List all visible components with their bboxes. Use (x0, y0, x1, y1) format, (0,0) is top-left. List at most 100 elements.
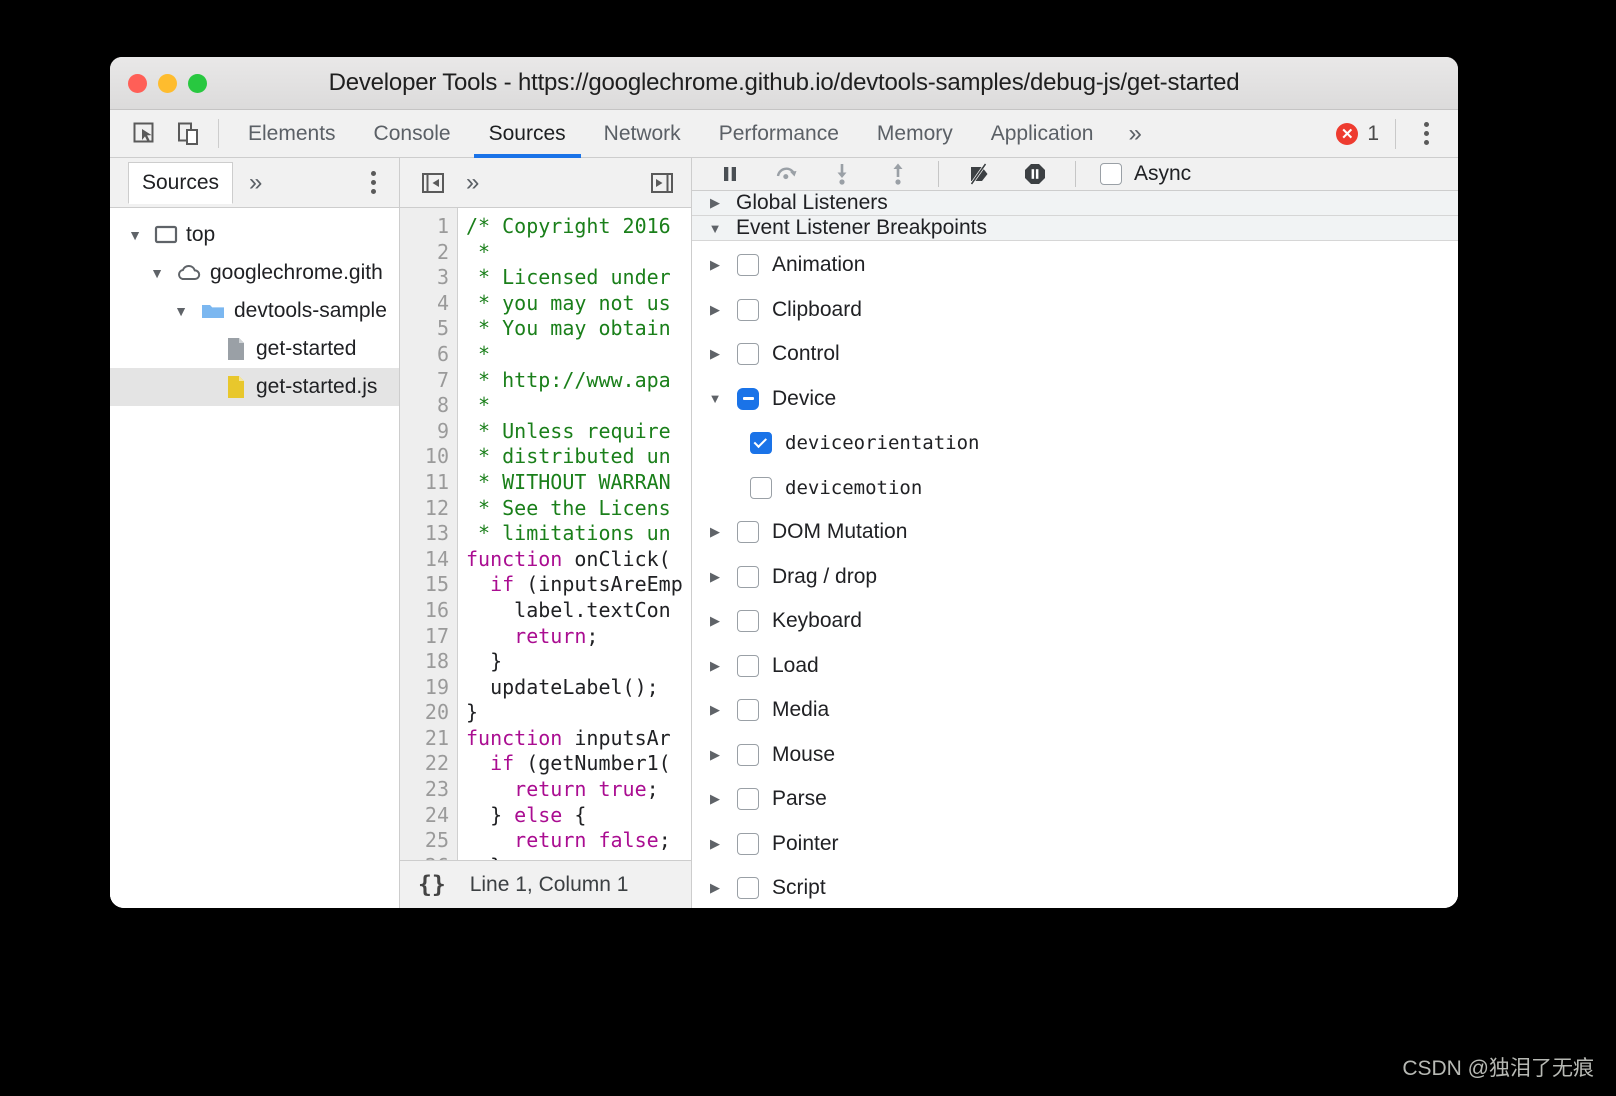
breakpoint-checkbox[interactable] (737, 521, 759, 544)
chevron-right-icon[interactable]: ▶ (706, 523, 724, 541)
chevron-right-icon[interactable]: ▶ (706, 657, 724, 675)
line-number[interactable]: 3 (400, 265, 457, 291)
line-number[interactable]: 9 (400, 419, 457, 445)
chevron-right-icon[interactable]: ▶ (706, 746, 724, 764)
line-number[interactable]: 11 (400, 470, 457, 496)
breakpoint-checkbox[interactable] (737, 254, 759, 277)
breakpoint-row[interactable]: ▶ Control (692, 332, 1458, 377)
line-number[interactable]: 15 (400, 572, 457, 598)
breakpoint-checkbox[interactable] (750, 476, 772, 499)
tree-item-devtools-samples[interactable]: ▼ devtools-sample (110, 292, 399, 330)
chevron-down-icon[interactable]: ▼ (146, 262, 168, 284)
line-number[interactable]: 12 (400, 496, 457, 522)
navigator-menu-kebab-icon[interactable] (355, 165, 391, 201)
line-number[interactable]: 19 (400, 675, 457, 701)
chevron-down-icon[interactable]: ▼ (706, 219, 724, 237)
chevron-right-icon[interactable]: ▶ (706, 301, 724, 319)
line-number[interactable]: 18 (400, 649, 457, 675)
breakpoint-checkbox[interactable] (737, 832, 759, 855)
more-tabs-chevron-icon[interactable]: » (466, 169, 479, 197)
breakpoint-row[interactable]: ▶ Clipboard (692, 288, 1458, 333)
chevron-right-icon[interactable]: ▶ (706, 256, 724, 274)
line-number[interactable]: 21 (400, 726, 457, 752)
navigator-more-chevron-icon[interactable]: » (249, 169, 262, 197)
line-number[interactable]: 5 (400, 316, 457, 342)
breakpoint-checkbox[interactable] (737, 877, 759, 900)
breakpoint-checkbox[interactable] (737, 610, 759, 633)
breakpoint-row[interactable]: ▶ Animation (692, 243, 1458, 288)
section-global-listeners[interactable]: ▶ Global Listeners (692, 191, 1458, 216)
breakpoint-checkbox[interactable] (737, 343, 759, 366)
breakpoint-row[interactable]: ▶ Drag / drop (692, 555, 1458, 600)
tree-item-googlechrome-github-io[interactable]: ▼ googlechrome.gith (110, 254, 399, 292)
breakpoint-row[interactable]: deviceorientation (692, 421, 1458, 466)
tab-console[interactable]: Console (355, 110, 470, 157)
chevron-down-icon[interactable]: ▼ (170, 300, 192, 322)
device-toolbar-icon[interactable] (174, 119, 204, 149)
navigator-tab-sources[interactable]: Sources (128, 162, 234, 204)
breakpoint-row[interactable]: ▶ Parse (692, 777, 1458, 822)
breakpoint-checkbox[interactable] (737, 654, 759, 677)
show-navigator-icon[interactable] (418, 168, 448, 198)
pause-resume-icon[interactable] (714, 158, 746, 190)
line-number[interactable]: 20 (400, 700, 457, 726)
tab-application[interactable]: Application (972, 110, 1113, 157)
editor-scroll-area[interactable]: 1 2 3 4 5 6 7 8 9 10 11 12 13 14 15 16 17 18 19 20 21 22 23 24 2… (400, 208, 691, 860)
line-number[interactable]: 17 (400, 624, 457, 650)
line-number[interactable]: 25 (400, 828, 457, 854)
breakpoint-row[interactable]: ▶ Load (692, 644, 1458, 689)
pause-on-exceptions-icon[interactable] (1019, 158, 1051, 190)
chevron-right-icon[interactable]: ▶ (706, 345, 724, 363)
line-number[interactable]: 24 (400, 803, 457, 829)
chevron-down-icon[interactable]: ▼ (706, 390, 724, 408)
breakpoint-row[interactable]: ▶ Pointer (692, 822, 1458, 867)
chevron-right-icon[interactable]: ▶ (706, 790, 724, 808)
error-badge[interactable]: ✕ 1 (1336, 118, 1396, 149)
tree-item-get-started[interactable]: ▼ get-started (110, 330, 399, 368)
breakpoint-checkbox[interactable] (737, 298, 759, 321)
chevron-right-icon[interactable]: ▶ (706, 701, 724, 719)
breakpoint-row[interactable]: ▶ Media (692, 688, 1458, 733)
breakpoint-row[interactable]: ▶ DOM Mutation (692, 510, 1458, 555)
step-out-icon[interactable] (882, 158, 914, 190)
tab-elements[interactable]: Elements (229, 110, 355, 157)
main-menu-kebab-icon[interactable] (1408, 116, 1444, 152)
breakpoint-row[interactable]: devicemotion (692, 466, 1458, 511)
breakpoint-checkbox[interactable] (737, 699, 759, 722)
tree-item-get-started-js[interactable]: ▼ get-started.js (110, 368, 399, 406)
tab-performance[interactable]: Performance (700, 110, 858, 157)
breakpoint-row[interactable]: ▶ Mouse (692, 733, 1458, 778)
line-number[interactable]: 22 (400, 751, 457, 777)
line-number[interactable]: 8 (400, 393, 457, 419)
breakpoint-row[interactable]: ▶ Script (692, 866, 1458, 908)
async-checkbox-group[interactable]: Async (1100, 162, 1191, 186)
chevron-down-icon[interactable]: ▼ (124, 224, 146, 246)
line-number[interactable]: 13 (400, 521, 457, 547)
line-number[interactable]: 23 (400, 777, 457, 803)
line-number[interactable]: 26 (400, 854, 457, 860)
line-number[interactable]: 2 (400, 240, 457, 266)
inspect-element-icon[interactable] (130, 119, 160, 149)
breakpoint-checkbox[interactable] (737, 565, 759, 588)
line-number[interactable]: 7 (400, 368, 457, 394)
line-number[interactable]: 14 (400, 547, 457, 573)
line-number[interactable]: 10 (400, 444, 457, 470)
chevron-right-icon[interactable]: ▶ (706, 879, 724, 897)
line-number[interactable]: 4 (400, 291, 457, 317)
line-number[interactable]: 16 (400, 598, 457, 624)
chevron-right-icon[interactable]: ▶ (706, 612, 724, 630)
show-debugger-icon[interactable] (647, 168, 677, 198)
line-number[interactable]: 6 (400, 342, 457, 368)
breakpoint-checkbox[interactable] (737, 743, 759, 766)
chevron-right-icon[interactable]: ▶ (706, 835, 724, 853)
deactivate-breakpoints-icon[interactable] (963, 158, 995, 190)
tab-memory[interactable]: Memory (858, 110, 972, 157)
step-into-icon[interactable] (826, 158, 858, 190)
section-event-listener-breakpoints[interactable]: ▼ Event Listener Breakpoints (692, 216, 1458, 241)
chevron-right-icon[interactable]: ▶ (706, 568, 724, 586)
breakpoint-checkbox[interactable] (737, 788, 759, 811)
tab-sources[interactable]: Sources (470, 110, 585, 158)
breakpoint-row[interactable]: ▶ Keyboard (692, 599, 1458, 644)
line-number[interactable]: 1 (400, 214, 457, 240)
async-checkbox[interactable] (1100, 163, 1122, 185)
